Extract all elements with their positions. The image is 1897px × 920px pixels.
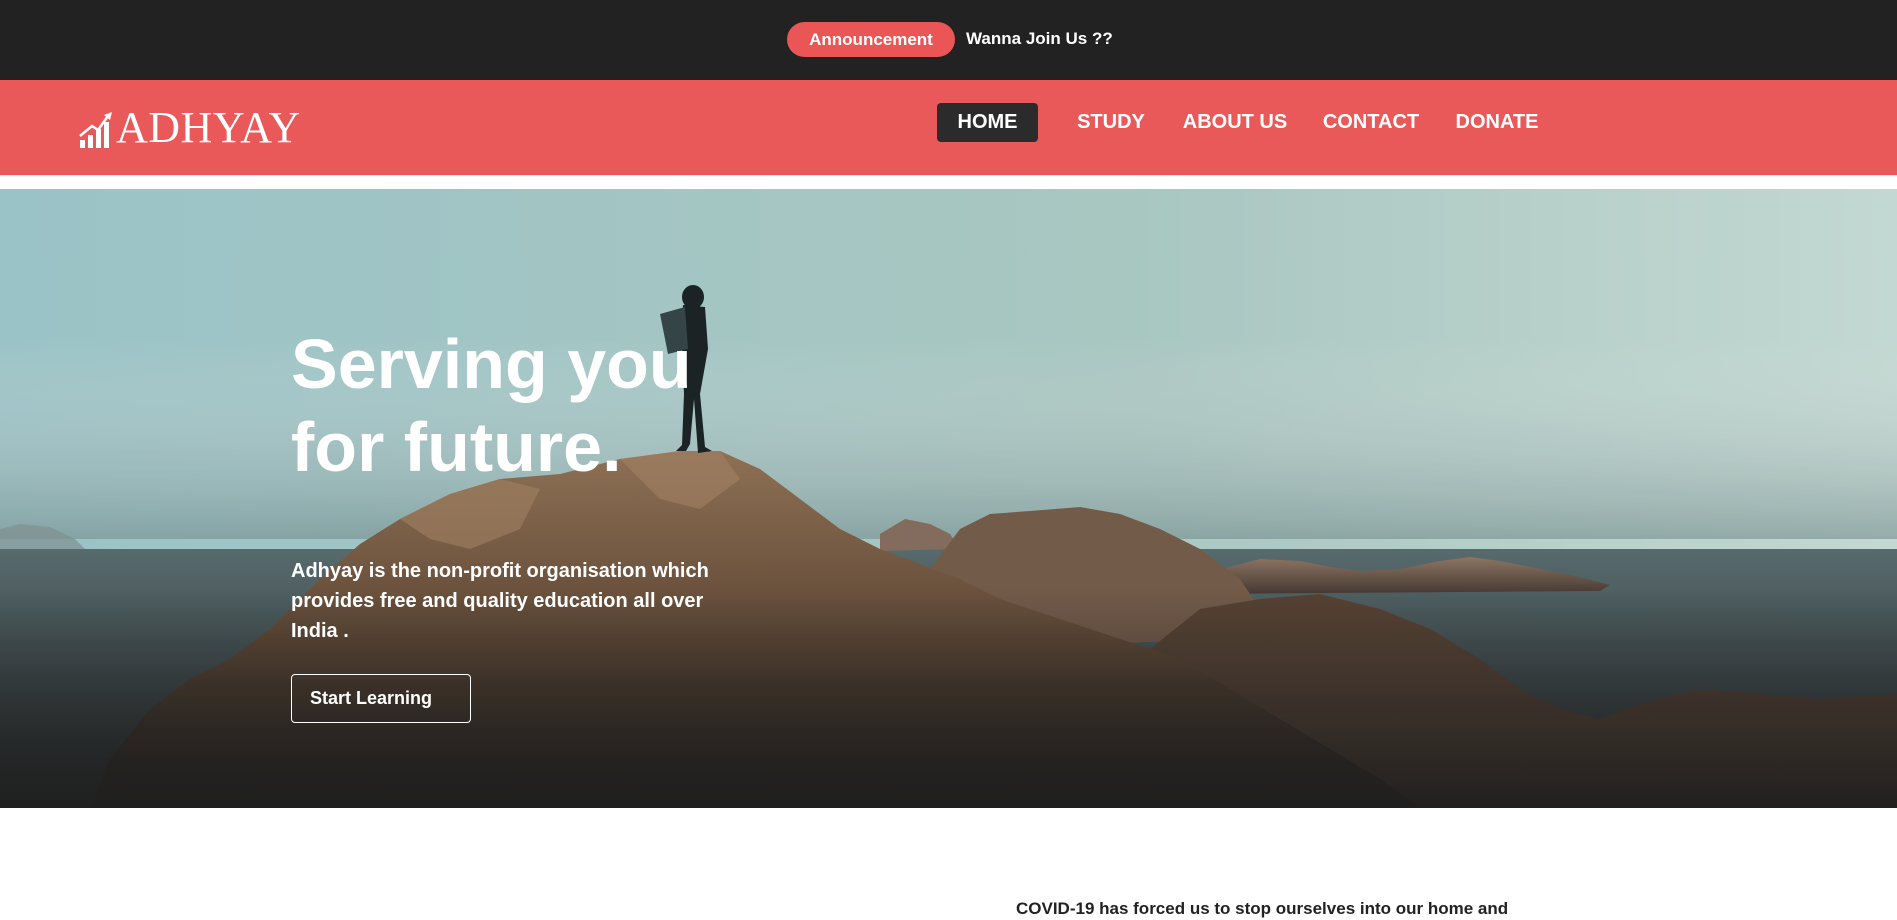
growth-chart-arrow-icon: [79, 112, 112, 148]
nav-donate[interactable]: DONATE: [1452, 103, 1542, 142]
brand-name: ADHYAY: [116, 103, 301, 152]
hero-background-image: [0, 189, 1897, 808]
hero-title: Serving you for future.: [291, 323, 811, 489]
start-learning-button[interactable]: Start Learning: [291, 674, 471, 723]
nav-contact[interactable]: CONTACT: [1318, 103, 1424, 142]
nav-study[interactable]: STUDY: [1068, 103, 1154, 142]
announcement-text[interactable]: Wanna Join Us ??: [966, 28, 1113, 50]
brand-logo[interactable]: ADHYAY: [78, 104, 301, 150]
announcement-bar: Announcement Wanna Join Us ??: [0, 0, 1897, 80]
hero-section: Serving you for future. Adhyay is the no…: [0, 189, 1897, 808]
nav-about-us[interactable]: ABOUT US: [1180, 103, 1290, 142]
nav-home[interactable]: HOME: [937, 103, 1038, 142]
nav-divider: [0, 175, 1897, 189]
hero-title-line-2: for future.: [291, 408, 622, 486]
main-navbar: ADHYAY HOME STUDY ABOUT US CONTACT DONAT…: [0, 80, 1897, 175]
hero-description: Adhyay is the non-profit organisation wh…: [291, 560, 709, 642]
hero-title-line-1: Serving you: [291, 325, 692, 403]
announcement-badge[interactable]: Announcement: [787, 22, 955, 57]
